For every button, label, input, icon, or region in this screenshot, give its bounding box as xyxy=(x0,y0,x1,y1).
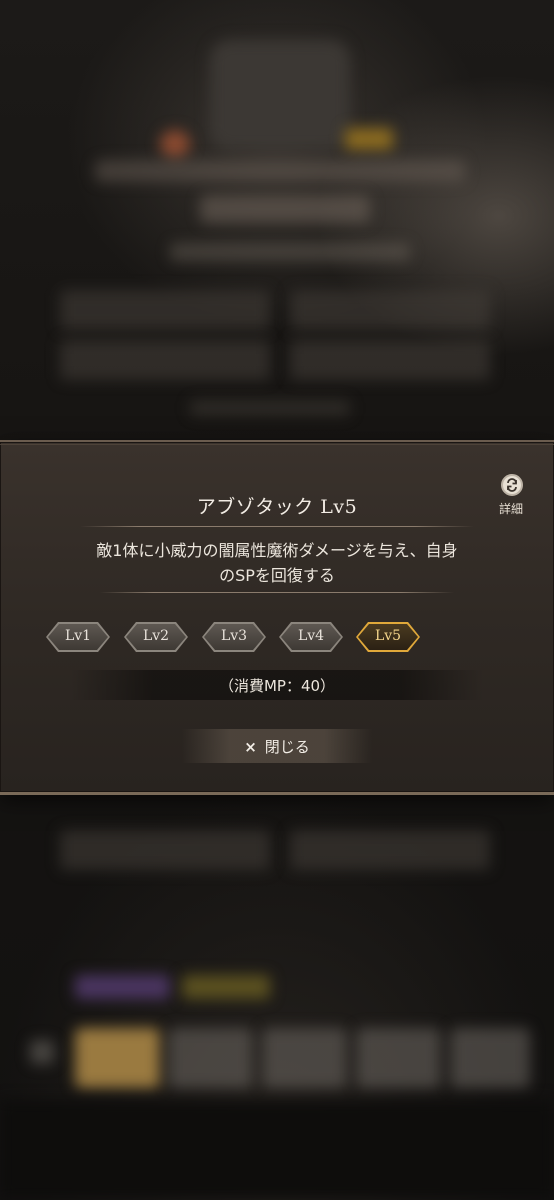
description-line: のSPを回復する xyxy=(219,566,335,585)
bg-row xyxy=(290,340,490,380)
bg-row xyxy=(60,340,270,380)
refresh-cycle-icon xyxy=(501,474,523,496)
bg-card xyxy=(262,1028,347,1088)
bg-row xyxy=(290,830,490,870)
bg-tag xyxy=(345,128,393,150)
level-label: Lv2 xyxy=(142,628,170,644)
level-tab-1[interactable]: Lv1 xyxy=(46,622,110,652)
mp-cost-bar: （消費MP：40） xyxy=(70,670,484,700)
close-label: 閉じる xyxy=(264,738,310,756)
skill-dialog: アブゾタック Lv5 詳細 敵1体に小威力の闇属性魔術ダメージを与え、自身 のS… xyxy=(0,440,554,795)
level-selector: Lv1 Lv2 Lv3 Lv4 Lv5 xyxy=(46,622,426,652)
close-icon: × xyxy=(244,738,257,756)
bg-chip xyxy=(182,975,270,999)
divider xyxy=(100,592,454,593)
divider xyxy=(80,526,474,527)
level-tab-2[interactable]: Lv2 xyxy=(124,622,188,652)
description-line: 敵1体に小威力の闇属性魔術ダメージを与え、自身 xyxy=(96,541,458,560)
bg-row xyxy=(60,830,270,870)
bg-row xyxy=(60,290,270,330)
close-button[interactable]: × 閉じる xyxy=(182,729,372,763)
level-label: Lv1 xyxy=(64,628,92,644)
bg-emblem xyxy=(210,40,350,150)
level-tab-4[interactable]: Lv4 xyxy=(279,622,343,652)
bg-glow xyxy=(160,130,190,158)
bg-name-bar xyxy=(95,160,465,182)
bg-card xyxy=(75,1028,160,1088)
bg-bottom xyxy=(0,1100,554,1200)
bg-footer-text xyxy=(190,400,350,416)
detail-label: 詳細 xyxy=(498,502,523,516)
bg-chip xyxy=(75,975,170,999)
bg-card xyxy=(356,1028,441,1088)
level-label: Lv3 xyxy=(220,628,248,644)
detail-button[interactable]: 詳細 xyxy=(491,474,531,520)
bg-subtitle xyxy=(200,195,370,223)
level-label: Lv4 xyxy=(297,628,325,644)
bg-tabs xyxy=(170,243,410,261)
bg-close-icon xyxy=(30,1040,54,1064)
level-label: Lv5 xyxy=(374,628,402,644)
level-tab-3[interactable]: Lv3 xyxy=(202,622,266,652)
bg-card xyxy=(450,1028,530,1088)
mp-cost: （消費MP：40） xyxy=(218,677,336,695)
level-tab-5[interactable]: Lv5 xyxy=(356,622,420,652)
bg-card xyxy=(168,1028,253,1088)
skill-title: アブゾタック Lv5 xyxy=(196,496,358,518)
bg-row xyxy=(290,290,490,330)
skill-description: 敵1体に小威力の闇属性魔術ダメージを与え、自身 のSPを回復する xyxy=(40,538,514,588)
